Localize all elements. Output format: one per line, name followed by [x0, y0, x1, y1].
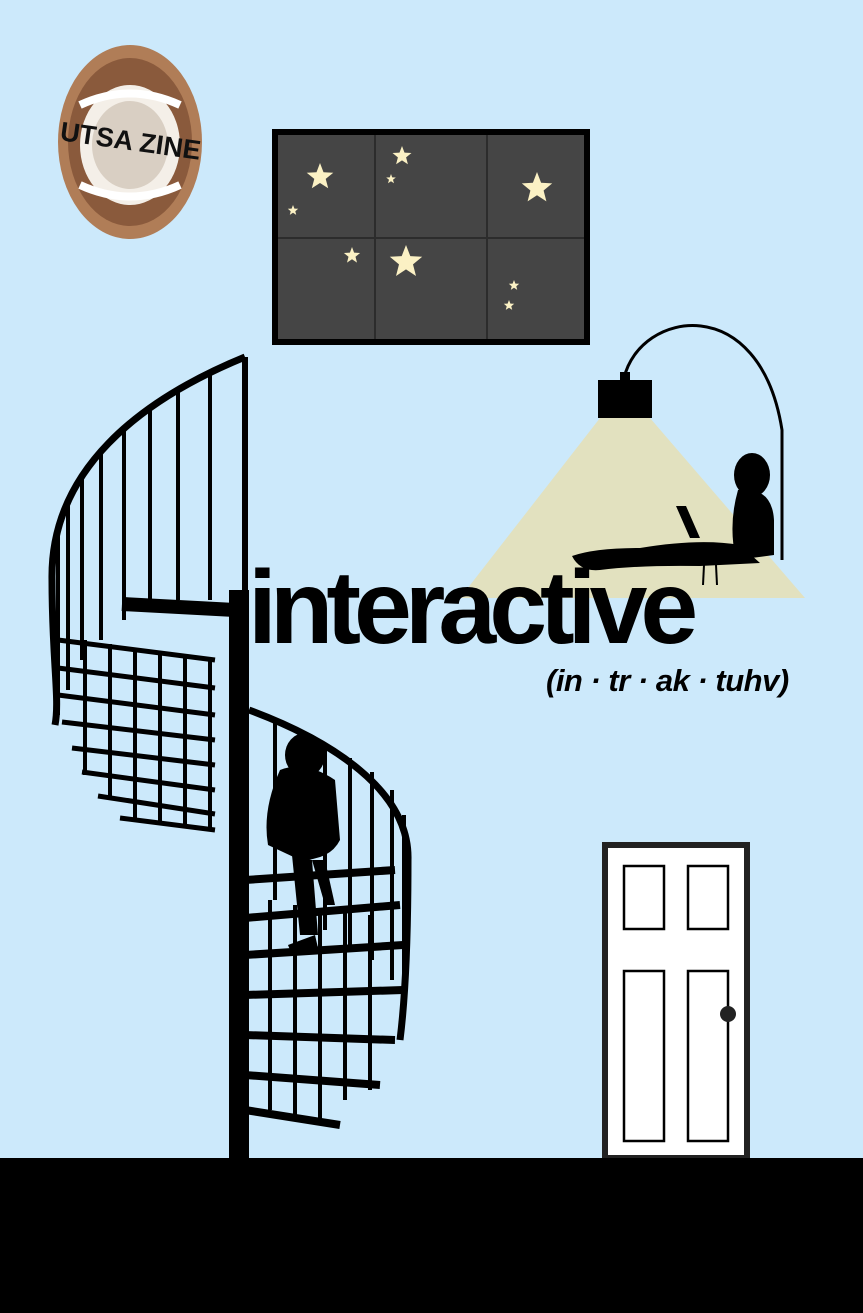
night-window-icon	[272, 129, 590, 345]
sitting-person-icon	[266, 733, 340, 955]
mouth-icon: UTSA ZINE	[58, 45, 203, 239]
pronunciation-text: (in · tr · ak · tuhv)	[546, 663, 789, 698]
spiral-staircase-icon	[48, 353, 412, 1158]
door-icon	[602, 842, 750, 1161]
poster-title: interactive	[248, 550, 698, 666]
floor	[0, 1158, 863, 1313]
